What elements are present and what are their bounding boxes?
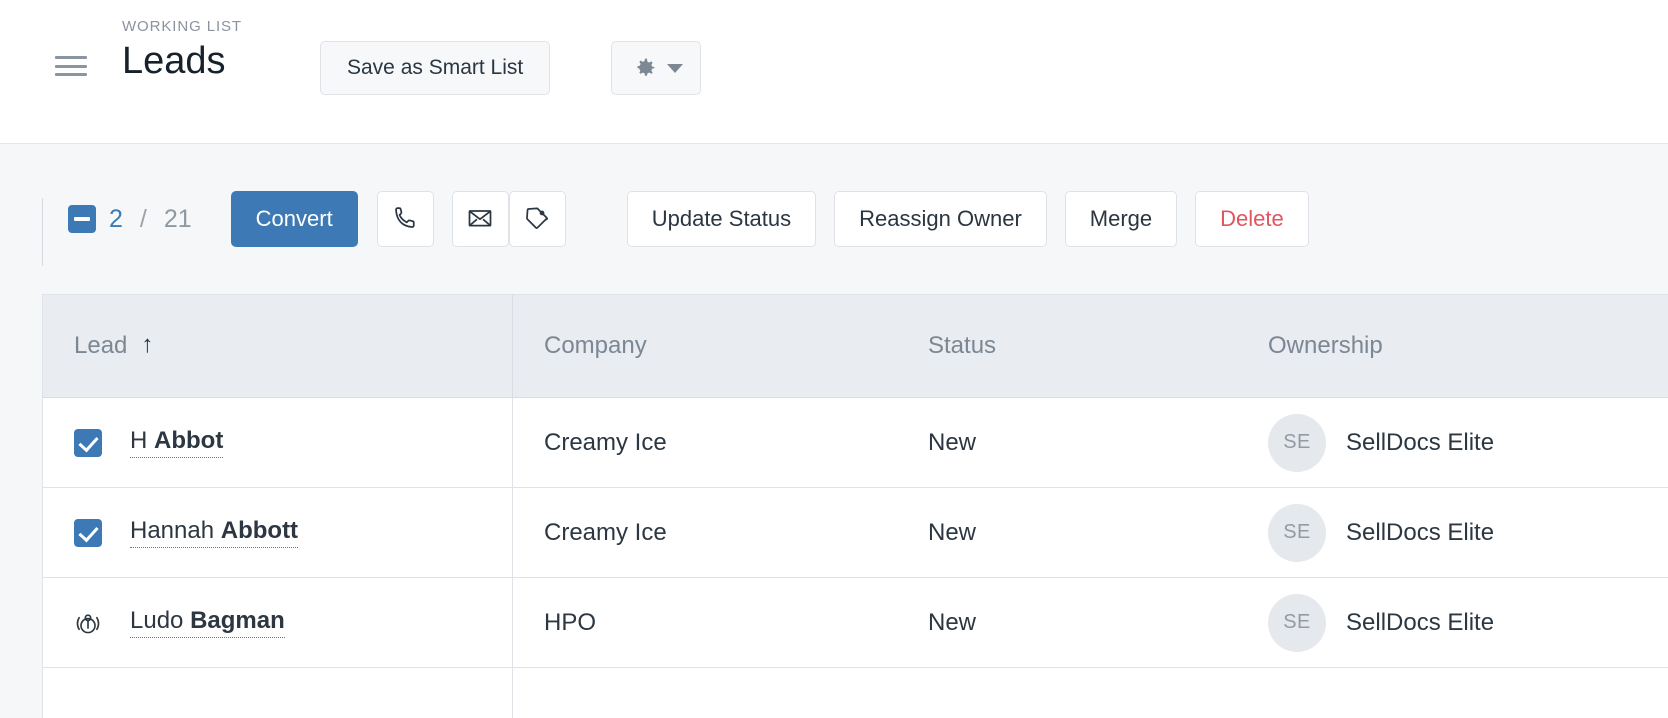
lead-first-name: H bbox=[130, 427, 154, 454]
company-cell: Creamy Ice bbox=[544, 518, 667, 546]
envelope-icon bbox=[466, 204, 494, 235]
selection-counter-group: 2 / 21 bbox=[68, 205, 192, 233]
list-settings-button[interactable] bbox=[611, 41, 701, 95]
owner-name: SellDocs Elite bbox=[1346, 518, 1495, 546]
hamburger-bar bbox=[55, 64, 87, 68]
status-cell: New bbox=[928, 518, 977, 546]
column-header-company[interactable]: Company bbox=[513, 295, 928, 397]
avatar: SE bbox=[1268, 593, 1326, 652]
app-header: WORKING LIST Leads Save as Smart List bbox=[0, 0, 1668, 144]
table-row[interactable]: Ludo Bagman HPO New SE SellDocs Elite bbox=[43, 578, 1668, 668]
lead-cell bbox=[43, 668, 513, 718]
hamburger-bar bbox=[55, 73, 87, 76]
lead-first-name: Ludo bbox=[130, 607, 191, 634]
ownership-cell: SE SellDocs Elite bbox=[1268, 593, 1668, 652]
toolbar-divider bbox=[42, 198, 43, 266]
title-block: WORKING LIST Leads bbox=[122, 18, 242, 84]
leads-table: Lead ↑ Company Status Ownership H Abbot … bbox=[42, 294, 1668, 718]
company-cell: HPO bbox=[544, 608, 597, 636]
gear-icon bbox=[630, 54, 658, 82]
status-cell: New bbox=[928, 608, 977, 636]
lead-cell: Ludo Bagman bbox=[43, 578, 513, 667]
avatar: SE bbox=[1268, 413, 1326, 472]
update-status-button[interactable]: Update Status bbox=[626, 191, 817, 247]
lead-last-name: Abbott bbox=[220, 517, 299, 544]
breadcrumb-eyebrow: WORKING LIST bbox=[122, 18, 242, 35]
column-header-lead-label: Lead bbox=[74, 332, 128, 359]
save-as-smart-list-button[interactable]: Save as Smart List bbox=[320, 41, 551, 95]
company-cell: Creamy Ice bbox=[544, 428, 667, 456]
lead-cell: Hannah Abbott bbox=[43, 488, 513, 577]
lead-cell: H Abbot bbox=[43, 398, 513, 487]
tag-button[interactable] bbox=[508, 191, 566, 247]
lead-name-link[interactable]: Hannah Abbott bbox=[130, 517, 299, 548]
calling-status-icon[interactable] bbox=[74, 609, 102, 637]
column-header-ownership[interactable]: Ownership bbox=[1268, 295, 1668, 397]
counter-separator: / bbox=[139, 205, 147, 233]
status-cell: New bbox=[928, 428, 977, 456]
table-row[interactable]: H Abbot Creamy Ice New SE SellDocs Elite bbox=[43, 398, 1668, 488]
lead-name-link[interactable]: Ludo Bagman bbox=[130, 607, 285, 638]
table-row[interactable] bbox=[43, 668, 1668, 718]
phone-icon bbox=[391, 204, 419, 235]
call-button[interactable] bbox=[376, 191, 434, 247]
page-title: Leads bbox=[122, 40, 226, 82]
reassign-owner-button[interactable]: Reassign Owner bbox=[834, 191, 1047, 247]
convert-button[interactable]: Convert bbox=[230, 191, 358, 247]
chevron-down-icon bbox=[666, 63, 683, 73]
hamburger-bar bbox=[55, 56, 87, 59]
total-count: 21 bbox=[163, 205, 192, 233]
delete-button[interactable]: Delete bbox=[1195, 191, 1309, 247]
column-header-status[interactable]: Status bbox=[928, 295, 1268, 397]
owner-name: SellDocs Elite bbox=[1346, 428, 1495, 456]
hamburger-menu-icon[interactable] bbox=[55, 54, 87, 78]
email-button[interactable] bbox=[451, 191, 509, 247]
sort-ascending-icon: ↑ bbox=[141, 331, 154, 358]
table-header-row: Lead ↑ Company Status Ownership bbox=[43, 295, 1668, 398]
bulk-action-toolbar: 2 / 21 Convert Update Status Reassign Ow… bbox=[0, 144, 1668, 294]
lead-last-name: Bagman bbox=[190, 607, 285, 634]
table-row[interactable]: Hannah Abbott Creamy Ice New SE SellDocs… bbox=[43, 488, 1668, 578]
tag-icon bbox=[523, 204, 551, 235]
select-all-checkbox[interactable] bbox=[68, 205, 96, 233]
lead-name-link[interactable]: H Abbot bbox=[130, 427, 224, 458]
row-select-checkbox[interactable] bbox=[74, 428, 102, 457]
ownership-cell: SE SellDocs Elite bbox=[1268, 413, 1668, 472]
column-header-lead[interactable]: Lead ↑ bbox=[43, 295, 513, 397]
ownership-cell: SE SellDocs Elite bbox=[1268, 503, 1668, 562]
content-area: 2 / 21 Convert Update Status Reassign Ow… bbox=[0, 144, 1668, 718]
selected-count: 2 bbox=[109, 205, 123, 233]
lead-last-name: Abbot bbox=[154, 427, 224, 454]
row-select-checkbox[interactable] bbox=[74, 518, 102, 547]
avatar: SE bbox=[1268, 503, 1326, 562]
merge-button[interactable]: Merge bbox=[1064, 191, 1178, 247]
owner-name: SellDocs Elite bbox=[1346, 608, 1495, 636]
lead-first-name: Hannah bbox=[130, 517, 221, 544]
